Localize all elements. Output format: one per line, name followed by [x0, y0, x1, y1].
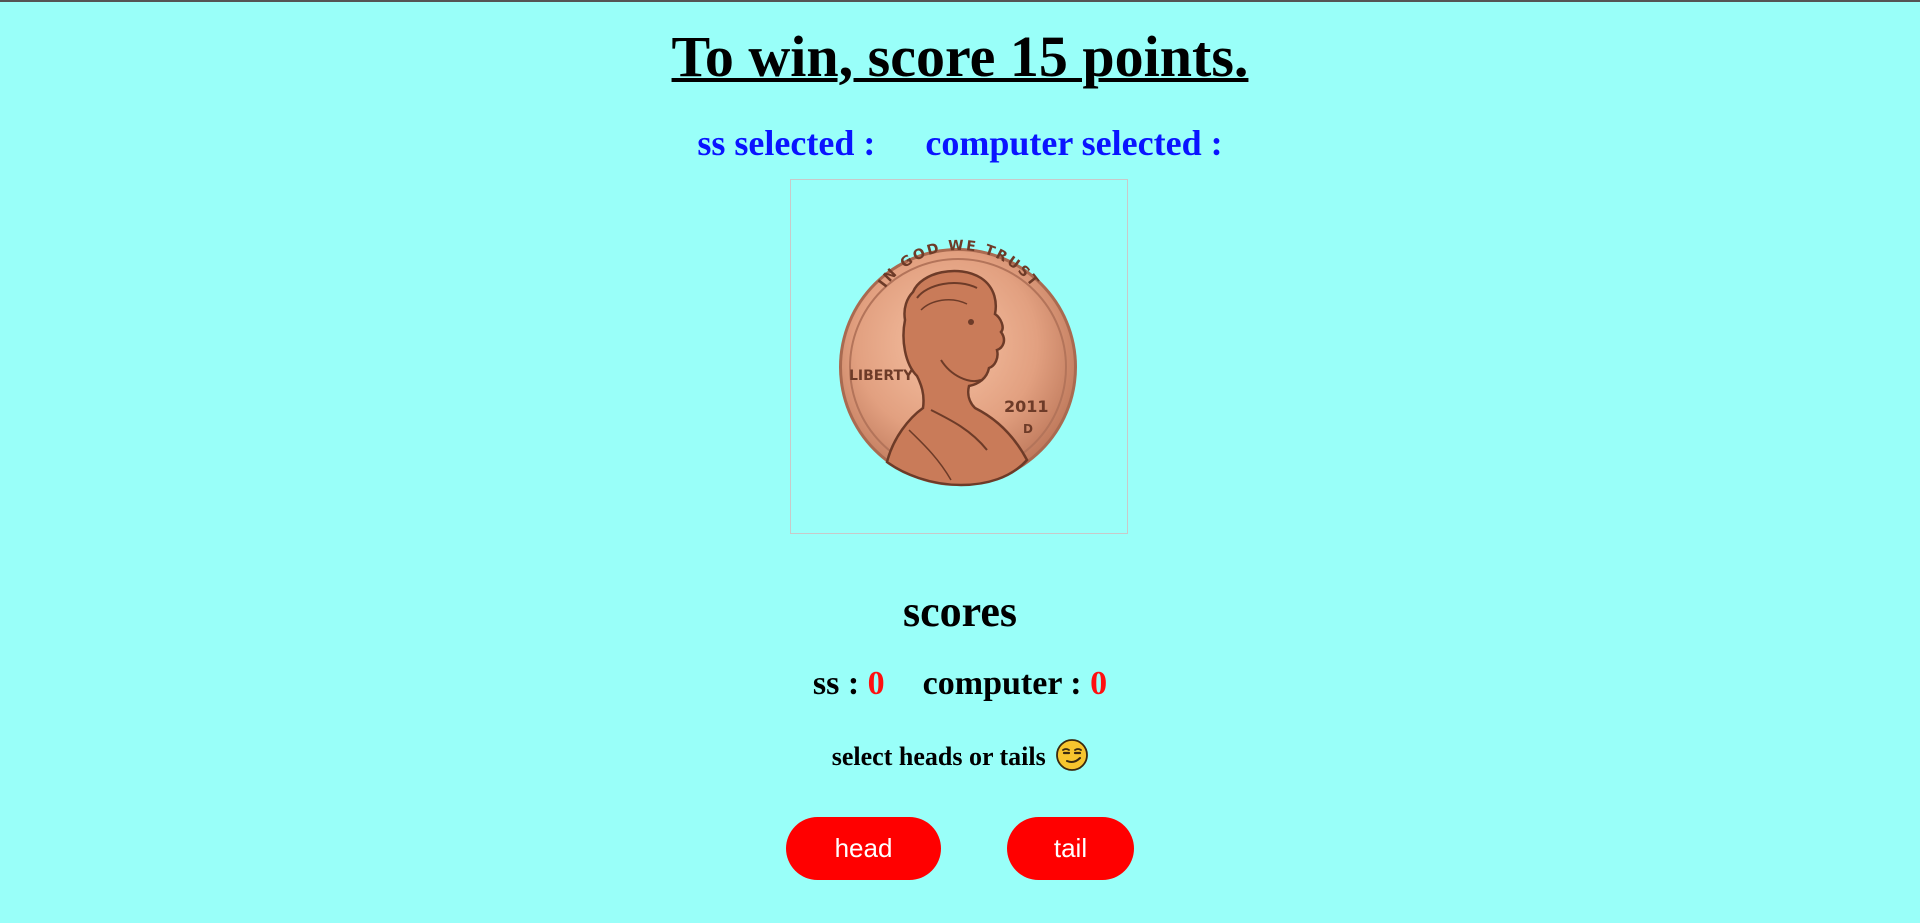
player-score-value: 0: [867, 665, 885, 702]
page-title: To win, score 15 points.: [671, 24, 1249, 89]
player-selection-label: ss selected :: [697, 123, 876, 163]
player-selection: ss selected :: [697, 120, 875, 166]
head-button[interactable]: head: [786, 817, 941, 880]
player-score-label: ss :: [812, 665, 860, 702]
selection-row: ss selected : computer selected :: [0, 120, 1920, 166]
score-row: ss : 0 computer : 0: [0, 662, 1920, 706]
choice-buttons: head tail: [0, 817, 1920, 880]
computer-score-value: 0: [1090, 665, 1108, 702]
smirking-face-emoji-icon: [1056, 739, 1089, 771]
prompt-text: select heads or tails: [831, 742, 1046, 771]
penny-coin-image: IN GOD WE TRUST LIBERTY 2011 D: [839, 238, 1077, 487]
scores-heading: scores: [902, 587, 1018, 636]
tail-button[interactable]: tail: [1007, 817, 1134, 880]
computer-score-label: computer :: [922, 665, 1082, 702]
coin-display: IN GOD WE TRUST LIBERTY 2011 D: [790, 179, 1128, 534]
computer-selection-label: computer selected :: [925, 123, 1223, 163]
coin-year: 2011: [1004, 397, 1049, 416]
computer-selection: computer selected :: [925, 120, 1222, 166]
coin-mint-mark: D: [1023, 422, 1033, 436]
instruction-prompt: select heads or tails: [0, 737, 1920, 777]
coin-legend: LIBERTY: [849, 368, 914, 384]
